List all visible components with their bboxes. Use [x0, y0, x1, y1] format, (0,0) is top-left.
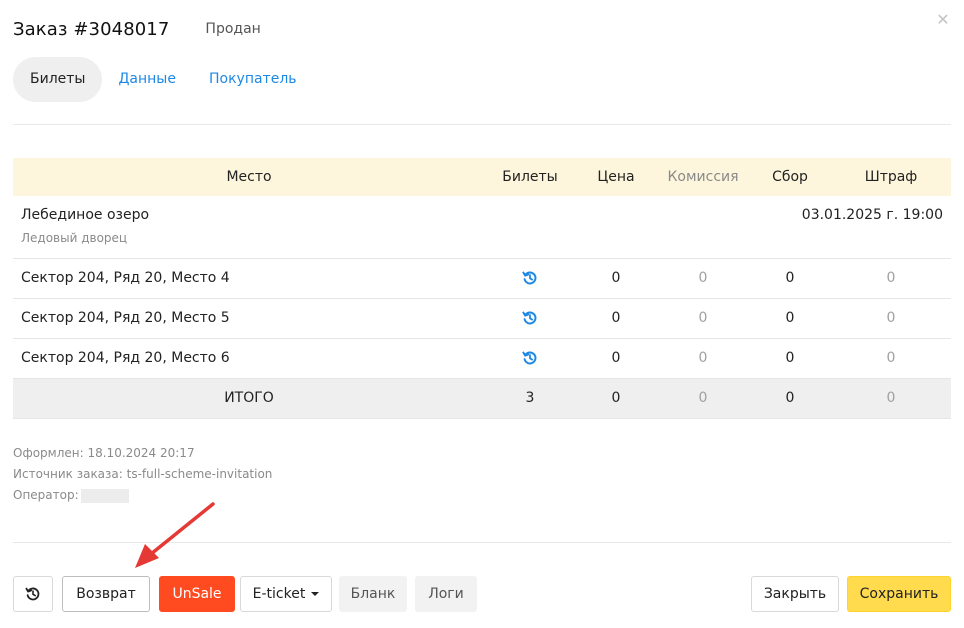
commission-cell: 0: [657, 258, 749, 299]
action-bar: Возврат UnSale E-ticket Бланк Логи Закры…: [13, 576, 951, 612]
total-commission: 0: [657, 378, 749, 419]
table-row: Сектор 204, Ряд 20, Место 4 0 0 0 0: [13, 258, 951, 299]
column-header-fine: Штраф: [831, 158, 951, 196]
fine-cell: 0: [831, 258, 951, 299]
order-meta: Оформлен: 18.10.2024 20:17 Источник зака…: [13, 443, 272, 506]
column-header-fee: Сбор: [749, 158, 831, 196]
tab-data[interactable]: Данные: [101, 57, 193, 102]
table-header-row: Место Билеты Цена Комиссия Сбор Штраф: [13, 158, 951, 196]
event-date-cell: 03.01.2025 г. 19:00: [749, 196, 951, 259]
ticket-return-cell: [485, 338, 575, 379]
fee-cell: 0: [749, 258, 831, 299]
table-row: Сектор 204, Ряд 20, Место 5 0 0 0 0: [13, 298, 951, 339]
total-fee: 0: [749, 378, 831, 419]
save-button[interactable]: Сохранить: [847, 576, 951, 612]
history-icon[interactable]: [522, 310, 538, 326]
column-header-commission: Комиссия: [657, 158, 749, 196]
blank-button[interactable]: Бланк: [339, 576, 407, 612]
column-header-price: Цена: [575, 158, 657, 196]
divider: [13, 542, 951, 543]
total-price: 0: [575, 378, 657, 419]
history-icon[interactable]: [522, 270, 538, 286]
price-cell: 0: [575, 258, 657, 299]
history-button[interactable]: [13, 576, 53, 612]
history-icon: [25, 587, 40, 601]
divider: [13, 124, 951, 125]
unsale-button[interactable]: UnSale: [159, 576, 235, 612]
seat-cell: Сектор 204, Ряд 20, Место 5: [13, 298, 485, 339]
event-cell: Лебединое озеро Ледовый дворец: [13, 196, 749, 259]
tab-tickets[interactable]: Билеты: [13, 57, 103, 102]
seat-cell: Сектор 204, Ряд 20, Место 4: [13, 258, 485, 299]
ticket-return-cell: [485, 258, 575, 299]
column-header-place: Место: [13, 158, 485, 196]
caret-down-icon: [311, 592, 320, 596]
order-source: Источник заказа: ts-full-scheme-invitati…: [13, 467, 273, 481]
logs-button[interactable]: Логи: [415, 576, 477, 612]
commission-cell: 0: [657, 338, 749, 379]
commission-cell: 0: [657, 298, 749, 339]
price-cell: 0: [575, 298, 657, 339]
page-title: Заказ #3048017: [13, 18, 170, 40]
total-tickets: 3: [485, 378, 575, 419]
seat-cell: Сектор 204, Ряд 20, Место 6: [13, 338, 485, 379]
total-row: ИТОГО 3 0 0 0 0: [13, 378, 951, 419]
price-cell: 0: [575, 338, 657, 379]
fee-cell: 0: [749, 298, 831, 339]
event-venue: Ледовый дворец: [21, 231, 128, 245]
close-icon[interactable]: ✕: [935, 12, 951, 28]
close-button[interactable]: Закрыть: [751, 576, 839, 612]
fee-cell: 0: [749, 338, 831, 379]
event-row: Лебединое озеро Ледовый дворец 03.01.202…: [13, 196, 951, 259]
created-date: Оформлен: 18.10.2024 20:17: [13, 446, 195, 460]
tab-bar: Билеты Данные Покупатель: [13, 57, 314, 102]
operator-label: Оператор:: [13, 488, 79, 502]
eticket-dropdown[interactable]: E-ticket: [240, 576, 332, 612]
status-badge: Продан: [205, 21, 261, 37]
table-row: Сектор 204, Ряд 20, Место 6 0 0 0 0: [13, 338, 951, 379]
tab-buyer[interactable]: Покупатель: [192, 57, 314, 102]
ticket-return-cell: [485, 298, 575, 339]
operator-line: Оператор:: [13, 485, 272, 506]
tickets-table: Место Билеты Цена Комиссия Сбор Штраф Ле…: [13, 158, 951, 419]
fine-cell: 0: [831, 298, 951, 339]
total-label: ИТОГО: [13, 378, 485, 419]
column-header-tickets: Билеты: [485, 158, 575, 196]
total-fine: 0: [831, 378, 951, 419]
order-header: Заказ #3048017 Продан: [13, 16, 261, 42]
refund-button[interactable]: Возврат: [62, 576, 150, 612]
fine-cell: 0: [831, 338, 951, 379]
event-date: 03.01.2025 г. 19:00: [801, 207, 943, 223]
event-name: Лебединое озеро: [21, 207, 150, 223]
redacted-operator: [80, 488, 129, 503]
history-icon[interactable]: [522, 350, 538, 366]
annotation-arrow: [135, 502, 215, 568]
eticket-label: E-ticket: [252, 586, 306, 602]
